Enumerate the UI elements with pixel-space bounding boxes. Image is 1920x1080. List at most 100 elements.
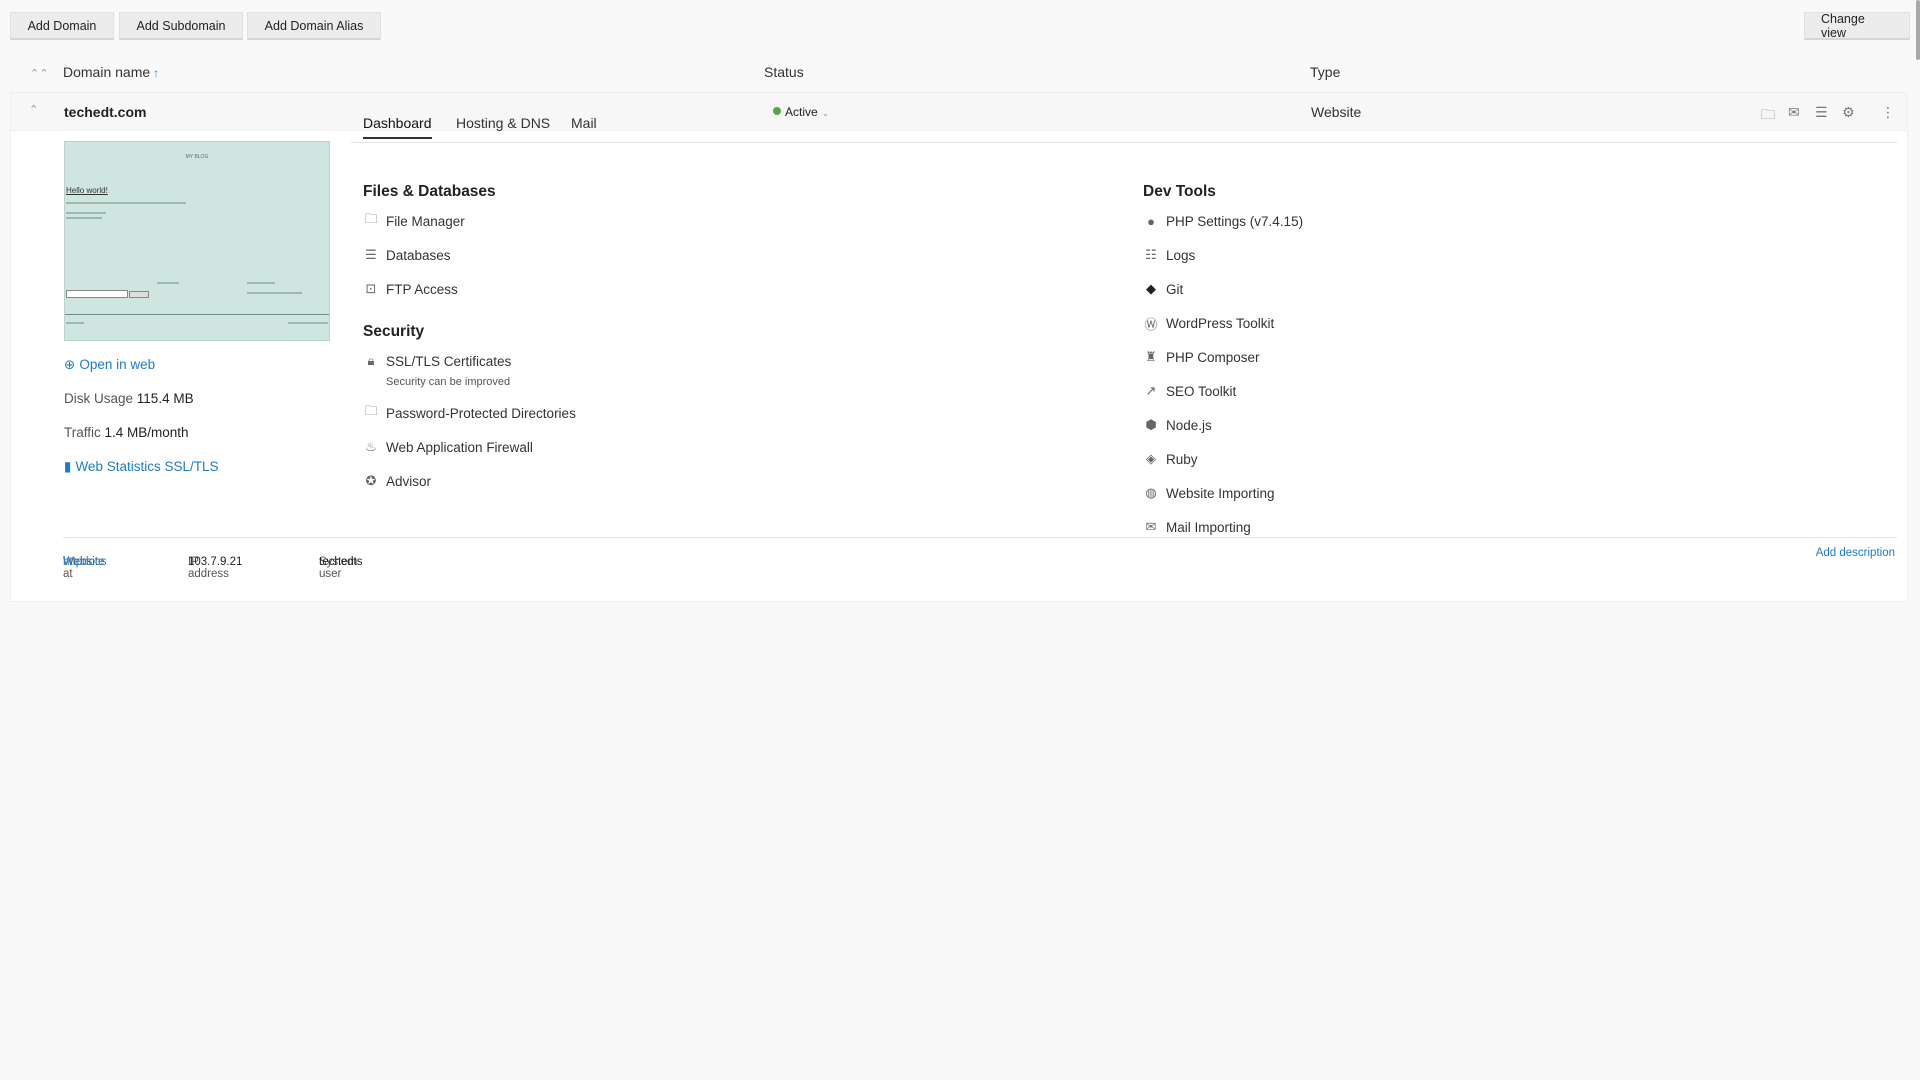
disk-usage-value: 115.4 MB	[136, 391, 194, 406]
open-in-web-link[interactable]: ⊕ Open in web	[64, 357, 155, 373]
git-label: Git	[1166, 281, 1184, 297]
nodejs-icon: ⬢	[1145, 417, 1157, 432]
web-statistics-link[interactable]: ▮ Web Statistics SSL/TLS	[64, 459, 219, 475]
system-user-value: techedts	[319, 556, 363, 568]
ftp-access-label: FTP Access	[386, 281, 458, 297]
php-icon: ●	[1147, 213, 1155, 229]
locked-folder-icon: 🗀	[364, 403, 378, 418]
ftp-icon: ⊡	[365, 281, 377, 296]
tab-bar: Dashboard Hosting & DNS Mail	[351, 113, 1897, 143]
ruby-icon: ◈	[1146, 451, 1156, 466]
wordpress-icon: Ⓦ	[1144, 316, 1158, 332]
preview-text-line	[247, 292, 302, 294]
nodejs-label: Node.js	[1166, 417, 1212, 433]
mail-import-icon: ✉	[1145, 519, 1157, 534]
sort-ascending-icon: ↑	[153, 66, 160, 80]
preview-text-line	[157, 282, 179, 284]
preview-heading: Hello world!	[66, 186, 108, 195]
domain-panel: ⌃ techedt.com Active ⌄ Website 🗀 ✉ ☰ ⚙ ⋮ …	[10, 92, 1908, 602]
ip-address-value: 103.7.9.21	[188, 556, 243, 568]
tab-hosting-dns[interactable]: Hosting & DNS	[456, 115, 550, 137]
wordpress-toolkit-link[interactable]: Ⓦ WordPress Toolkit	[1143, 315, 1275, 332]
php-composer-link[interactable]: ♜ PHP Composer	[1143, 349, 1260, 365]
databases-link[interactable]: ☰ Databases	[363, 247, 451, 263]
advisor-icon: ✪	[365, 473, 377, 488]
traffic-label: Traffic	[64, 425, 101, 440]
mail-importing-label: Mail Importing	[1166, 519, 1251, 535]
globe-icon: ⊕	[64, 357, 76, 372]
preview-text-line	[66, 212, 106, 214]
add-domain-button[interactable]: Add Domain	[10, 12, 114, 40]
seo-toolkit-label: SEO Toolkit	[1166, 383, 1237, 399]
ruby-link[interactable]: ◈ Ruby	[1143, 451, 1198, 467]
dev-tools-title: Dev Tools	[1143, 183, 1216, 200]
traffic: Traffic 1.4 MB/month	[64, 425, 189, 440]
ssl-certificates-link[interactable]: 🔒︎ SSL/TLS Certificates	[363, 353, 512, 369]
web-application-firewall-label: Web Application Firewall	[386, 439, 533, 455]
scrollbar[interactable]	[1916, 0, 1920, 60]
git-link[interactable]: ◆ Git	[1143, 281, 1183, 297]
change-view-button[interactable]: Change view	[1804, 12, 1910, 40]
file-manager-label: File Manager	[386, 213, 465, 229]
tab-mail[interactable]: Mail	[571, 115, 597, 137]
web-application-firewall-link[interactable]: ♨ Web Application Firewall	[363, 439, 533, 455]
ssl-certificates-label: SSL/TLS Certificates	[386, 353, 512, 369]
add-description-link[interactable]: Add description	[1816, 547, 1895, 559]
tab-dashboard[interactable]: Dashboard	[363, 115, 432, 139]
domain-name[interactable]: techedt.com	[64, 104, 146, 120]
preview-text-line	[288, 322, 328, 324]
column-domain-name[interactable]: Domain name ↑	[63, 64, 159, 80]
collapse-all-icon[interactable]: ⌃⌃	[30, 67, 48, 80]
php-settings-link[interactable]: ● PHP Settings (v7.4.15)	[1143, 213, 1303, 229]
advisor-link[interactable]: ✪ Advisor	[363, 473, 431, 489]
web-statistics-label: Web Statistics SSL/TLS	[75, 459, 219, 474]
open-in-web-label: Open in web	[79, 357, 156, 372]
preview-divider	[65, 314, 329, 315]
wordpress-toolkit-label: WordPress Toolkit	[1166, 315, 1275, 331]
preview-text-line	[66, 322, 84, 324]
advisor-label: Advisor	[386, 473, 432, 489]
ruby-label: Ruby	[1166, 451, 1198, 467]
preview-site-title: MY BLOG	[185, 154, 209, 160]
preview-text-line	[66, 202, 186, 204]
ftp-access-link[interactable]: ⊡ FTP Access	[363, 281, 458, 297]
add-subdomain-button[interactable]: Add Subdomain	[119, 12, 243, 40]
password-protected-dirs-link[interactable]: 🗀 Password-Protected Directories	[363, 403, 576, 421]
seo-toolkit-link[interactable]: ↗ SEO Toolkit	[1143, 383, 1237, 399]
composer-icon: ♜	[1145, 349, 1157, 364]
mail-importing-link[interactable]: ✉ Mail Importing	[1143, 519, 1251, 535]
git-icon: ◆	[1146, 281, 1156, 296]
httpdocs-link[interactable]: httpdocs	[63, 556, 106, 568]
password-protected-dirs-label: Password-Protected Directories	[386, 405, 576, 421]
bar-chart-icon: ▮	[64, 459, 72, 474]
preview-text-line	[247, 282, 275, 284]
php-settings-label: PHP Settings (v7.4.15)	[1166, 213, 1304, 229]
disk-usage-label: Disk Usage	[64, 391, 134, 406]
website-importing-label: Website Importing	[1166, 485, 1275, 501]
toolbar: Add Domain Add Subdomain Add Domain Alia…	[10, 12, 1910, 40]
add-domain-alias-button[interactable]: Add Domain Alias	[247, 12, 381, 40]
disk-usage: Disk Usage 115.4 MB	[64, 391, 194, 406]
list-icon: ☷	[1145, 247, 1157, 262]
folder-icon: 🗀	[364, 211, 378, 226]
column-domain-label: Domain name	[63, 64, 151, 80]
file-manager-link[interactable]: 🗀 File Manager	[363, 211, 465, 229]
nodejs-link[interactable]: ⬢ Node.js	[1143, 417, 1212, 433]
chevron-up-icon[interactable]: ⌃	[29, 103, 38, 116]
preview-search-button	[129, 291, 149, 298]
logs-label: Logs	[1166, 247, 1196, 263]
table-header: ⌃⌃ Domain name ↑ Status Type	[10, 58, 1910, 88]
php-composer-label: PHP Composer	[1166, 349, 1260, 365]
lock-icon: 🔒︎	[367, 353, 375, 368]
column-status[interactable]: Status	[764, 64, 804, 80]
website-importing-link[interactable]: ◍ Website Importing	[1143, 485, 1275, 501]
files-databases-title: Files & Databases	[363, 183, 496, 200]
flame-icon: ♨	[365, 439, 377, 454]
globe-import-icon: ◍	[1145, 485, 1157, 500]
logs-link[interactable]: ☷ Logs	[1143, 247, 1195, 263]
website-preview[interactable]: MY BLOG Hello world!	[64, 141, 330, 341]
databases-label: Databases	[386, 247, 451, 263]
seo-chart-icon: ↗	[1145, 383, 1157, 398]
column-type[interactable]: Type	[1310, 64, 1340, 80]
preview-text-line	[66, 217, 102, 219]
